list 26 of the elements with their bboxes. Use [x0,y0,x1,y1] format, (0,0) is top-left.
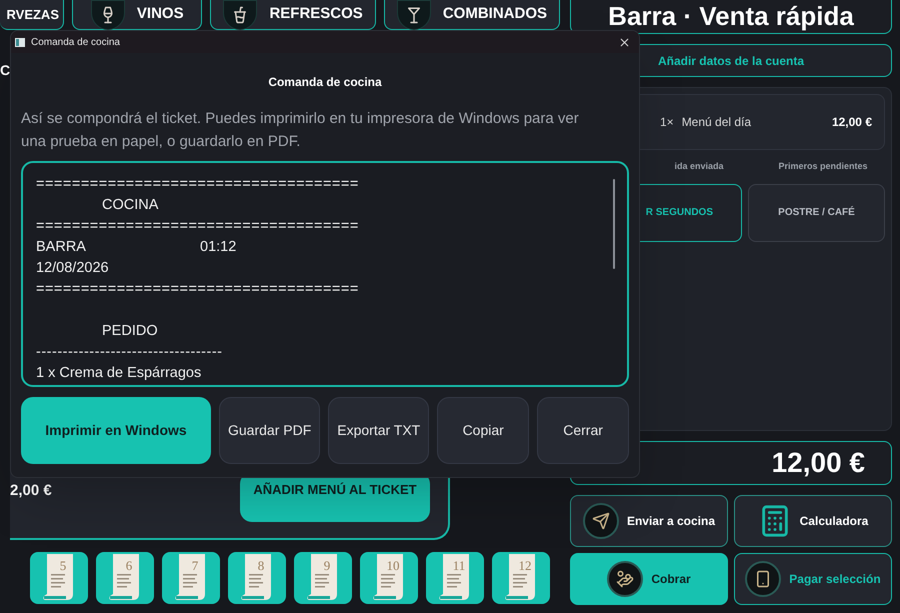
dialog-heading: Comanda de cocina [268,74,382,91]
tile-number: 10 [386,557,400,575]
ticket-heading: PEDIDO [101,322,158,341]
ticket-text: 12/08/2026 [36,259,109,278]
label-fragment: C [0,61,10,80]
ticket-heading: COCINA [101,196,158,215]
ticket-text: BARRA [36,238,87,257]
ticket-text: 1 x Crema de Espárragos [36,364,202,383]
ticket-rule: ==================================== [36,280,360,299]
course-status: ida enviada [673,160,725,173]
dialog-description: Así se compondrá el ticket. Puedes imprimirlo en tu impresora de Windows para ver una prueba en papel, o guardarlo en PDF. [21,109,580,152]
tile-number: 7 [192,557,198,575]
ticket-rule: ==================================== [36,175,360,194]
ticket-rule: ==================================== [36,217,360,236]
tile-number: 11 [452,557,466,575]
window-title: Comanda de cocina [31,36,121,50]
ticket-rule: ----------------------------------- [36,343,224,362]
tile-number: 8 [258,557,264,575]
tile-number: 5 [60,557,66,575]
ticket-text: 01:12 [200,238,236,257]
tile-number: 12 [518,557,532,575]
tile-number: 9 [324,557,330,575]
panel-title: Barra · Venta rápida [570,0,892,34]
course-status: Primeros pendientes [777,160,869,173]
tile-number: 6 [126,557,132,575]
menu-price: 2,00 € [10,481,52,501]
